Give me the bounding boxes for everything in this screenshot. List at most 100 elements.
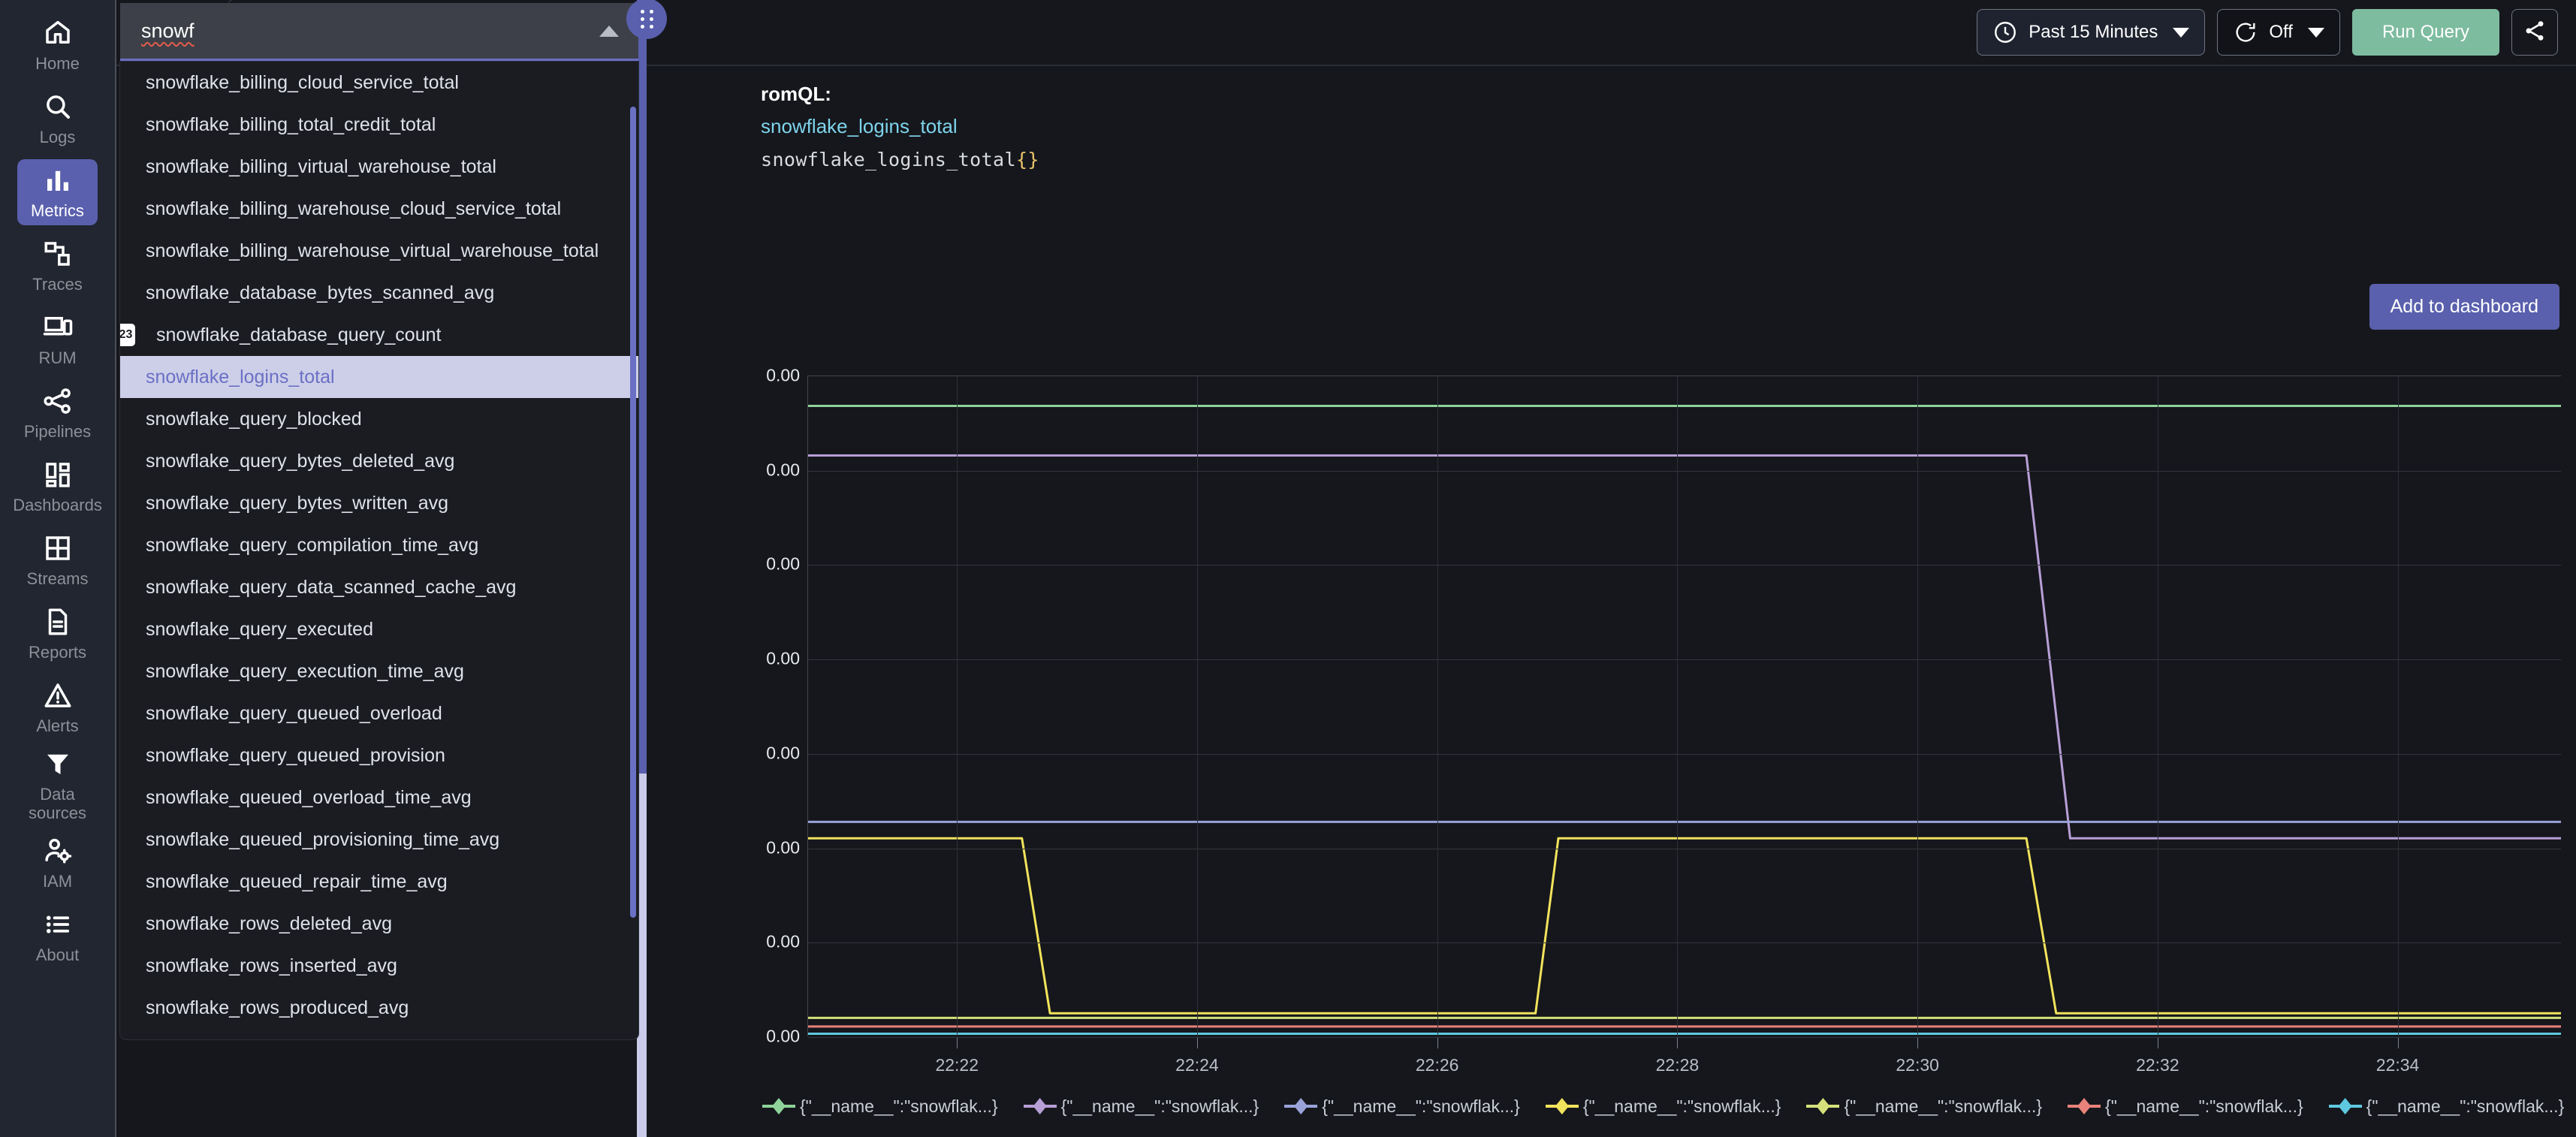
metric-option[interactable]: snowflake_query_compilation_time_avg	[120, 524, 638, 566]
sidebar-item-label: IAM	[43, 873, 72, 891]
metric-option[interactable]: snowflake_billing_cloud_service_total	[120, 62, 638, 104]
chart-x-tick-label: 22:34	[2376, 1055, 2420, 1075]
sidebar-item-logs[interactable]: Logs	[17, 86, 98, 152]
metric-option[interactable]: snowflake_query_blocked	[120, 398, 638, 440]
chevron-up-icon[interactable]	[599, 26, 619, 37]
chart-x-tick-label: 22:32	[2136, 1055, 2179, 1075]
promql-label: romQL:	[761, 66, 2576, 115]
funnel-icon	[42, 748, 74, 780]
sidebar-item-dashboards[interactable]: Dashboards	[17, 454, 98, 520]
metric-option[interactable]: snowflake_queued_provisioning_time_avg	[120, 819, 638, 861]
chart-y-tick-label: 0.00	[766, 1027, 800, 1047]
legend-label: {"__name__":"snowflak...}	[1583, 1096, 1781, 1117]
legend-item[interactable]: {"__name__":"snowflak...}	[2068, 1096, 2303, 1117]
toolbar-right-group: Past 15 Minutes Off Run Query	[1977, 9, 2576, 56]
chart-gridline-vertical	[1437, 376, 1438, 1036]
auto-refresh-label: Off	[2269, 22, 2293, 43]
chart-y-tick-label: 0.00	[766, 649, 800, 669]
sidebar-item-label: Alerts	[36, 717, 78, 736]
legend-item[interactable]: {"__name__":"snowflak...}	[1806, 1096, 2042, 1117]
app-root: Home Logs Metrics Traces RUM Pipelines Dashboa…	[0, 0, 2576, 1137]
metric-search-field[interactable]: snowf	[120, 3, 638, 62]
sidebar-item-about[interactable]: About	[17, 903, 98, 970]
metric-option[interactable]: snowflake_billing_warehouse_cloud_servic…	[120, 188, 638, 230]
traces-node-icon	[42, 238, 74, 270]
chart-gridline	[808, 942, 2561, 943]
sidebar-item-alerts[interactable]: Alerts	[17, 674, 98, 740]
legend-color-marker	[762, 1098, 795, 1114]
drag-handle[interactable]	[626, 0, 667, 39]
numeric-type-badge: 123	[120, 324, 135, 346]
time-range-selector[interactable]: Past 15 Minutes	[1977, 9, 2205, 56]
promql-expression-braces: {}	[1016, 149, 1039, 170]
list-bullets-icon	[42, 909, 74, 940]
sidebar-item-traces[interactable]: Traces	[17, 233, 98, 299]
add-to-dashboard-button[interactable]: Add to dashboard	[2369, 284, 2559, 330]
metric-option-label: snowflake_billing_total_credit_total	[146, 114, 436, 136]
chart-plot-area: 22:2222:2422:2622:2822:3022:3222:34	[807, 375, 2561, 1036]
sidebar-item-reports[interactable]: Reports	[17, 601, 98, 667]
sidebar-item-streams[interactable]: Streams	[17, 527, 98, 593]
metric-option[interactable]: snowflake_logins_total	[120, 356, 638, 398]
metric-option-label: snowflake_billing_warehouse_cloud_servic…	[146, 198, 561, 220]
legend-item[interactable]: {"__name__":"snowflak...}	[2329, 1096, 2565, 1117]
chart-x-tick	[1197, 1038, 1198, 1048]
metric-option-label: snowflake_query_compilation_time_avg	[146, 535, 478, 556]
metric-option[interactable]: snowflake_billing_total_credit_total	[120, 104, 638, 146]
legend-item[interactable]: {"__name__":"snowflak...}	[1284, 1096, 1520, 1117]
run-query-button[interactable]: Run Query	[2352, 9, 2499, 56]
sidebar-item-pipelines[interactable]: Pipelines	[17, 380, 98, 446]
chart-gridline-vertical	[1677, 376, 1678, 1036]
metric-option-label: snowflake_billing_warehouse_virtual_ware…	[146, 240, 599, 262]
metric-option-label: snowflake_query_executed	[146, 619, 373, 641]
metric-option[interactable]: snowflake_rows_inserted_avg	[120, 945, 638, 987]
share-button[interactable]	[2511, 9, 2558, 56]
home-icon	[42, 17, 74, 49]
sidebar-item-iam[interactable]: IAM	[17, 830, 98, 896]
chart-gridline-vertical	[957, 376, 958, 1036]
sidebar-item-metrics[interactable]: Metrics	[17, 159, 98, 225]
metric-options-list[interactable]: snowflake_billing_cloud_service_totalsno…	[120, 62, 638, 1039]
auto-refresh-selector[interactable]: Off	[2217, 9, 2340, 56]
promql-metric-link[interactable]: snowflake_logins_total	[761, 115, 958, 138]
metric-option[interactable]: snowflake_billing_warehouse_virtual_ware…	[120, 230, 638, 272]
sidebar-item-data-sources[interactable]: Data sources	[17, 748, 98, 822]
picker-scrollbar-thumb[interactable]	[630, 107, 636, 918]
metric-option[interactable]: snowflake_database_bytes_scanned_avg	[120, 272, 638, 314]
metric-option[interactable]: snowflake_rows_produced_avg	[120, 987, 638, 1029]
metric-option[interactable]: 123snowflake_database_query_count	[120, 314, 638, 356]
share-icon	[2523, 19, 2547, 47]
metric-option[interactable]: snowflake_queued_overload_time_avg	[120, 777, 638, 819]
metric-option-label: snowflake_query_queued_provision	[146, 745, 445, 767]
sidebar-item-rum[interactable]: RUM	[17, 306, 98, 372]
metric-option[interactable]: snowflake_query_queued_provision	[120, 734, 638, 777]
chart-x-tick	[1677, 1038, 1678, 1048]
sidebar-item-label: Home	[35, 55, 80, 74]
sidebar-item-label: Dashboards	[13, 496, 102, 515]
metric-option[interactable]: snowflake_query_executed	[120, 608, 638, 650]
search-icon	[42, 91, 74, 122]
metric-option-label: snowflake_query_queued_overload	[146, 703, 442, 725]
metric-option-label: snowflake_query_bytes_written_avg	[146, 493, 448, 514]
metric-option-label: snowflake_query_execution_time_avg	[146, 661, 464, 683]
sidebar-item-home[interactable]: Home	[17, 12, 98, 78]
metric-search-input[interactable]: snowf	[141, 20, 599, 43]
metric-option[interactable]: snowflake_queued_repair_time_avg	[120, 861, 638, 903]
metric-option[interactable]: snowflake_query_bytes_written_avg	[120, 482, 638, 524]
metric-option[interactable]: snowflake_query_execution_time_avg	[120, 650, 638, 692]
legend-item[interactable]: {"__name__":"snowflak...}	[762, 1096, 998, 1117]
metric-option[interactable]: snowflake_query_queued_overload	[120, 692, 638, 734]
picker-scrollbar[interactable]	[630, 62, 636, 1039]
legend-label: {"__name__":"snowflak...}	[1322, 1096, 1520, 1117]
metric-option[interactable]: snowflake_billing_virtual_warehouse_tota…	[120, 146, 638, 188]
legend-item[interactable]: {"__name__":"snowflak...}	[1024, 1096, 1259, 1117]
chart-gridline-vertical	[1917, 376, 1918, 1036]
legend-item[interactable]: {"__name__":"snowflak...}	[1546, 1096, 1781, 1117]
metric-option[interactable]: snowflake_rows_deleted_avg	[120, 903, 638, 945]
chart-legend: {"__name__":"snowflak...} {"__name__":"sn…	[762, 1089, 2568, 1123]
promql-metric-row: snowflake_logins_total	[761, 115, 2576, 138]
promql-expression[interactable]: snowflake_logins_total{}	[761, 138, 2576, 170]
metric-option-label: snowflake_rows_inserted_avg	[146, 955, 397, 977]
metric-option[interactable]: snowflake_query_data_scanned_cache_avg	[120, 566, 638, 608]
metric-option[interactable]: snowflake_query_bytes_deleted_avg	[120, 440, 638, 482]
